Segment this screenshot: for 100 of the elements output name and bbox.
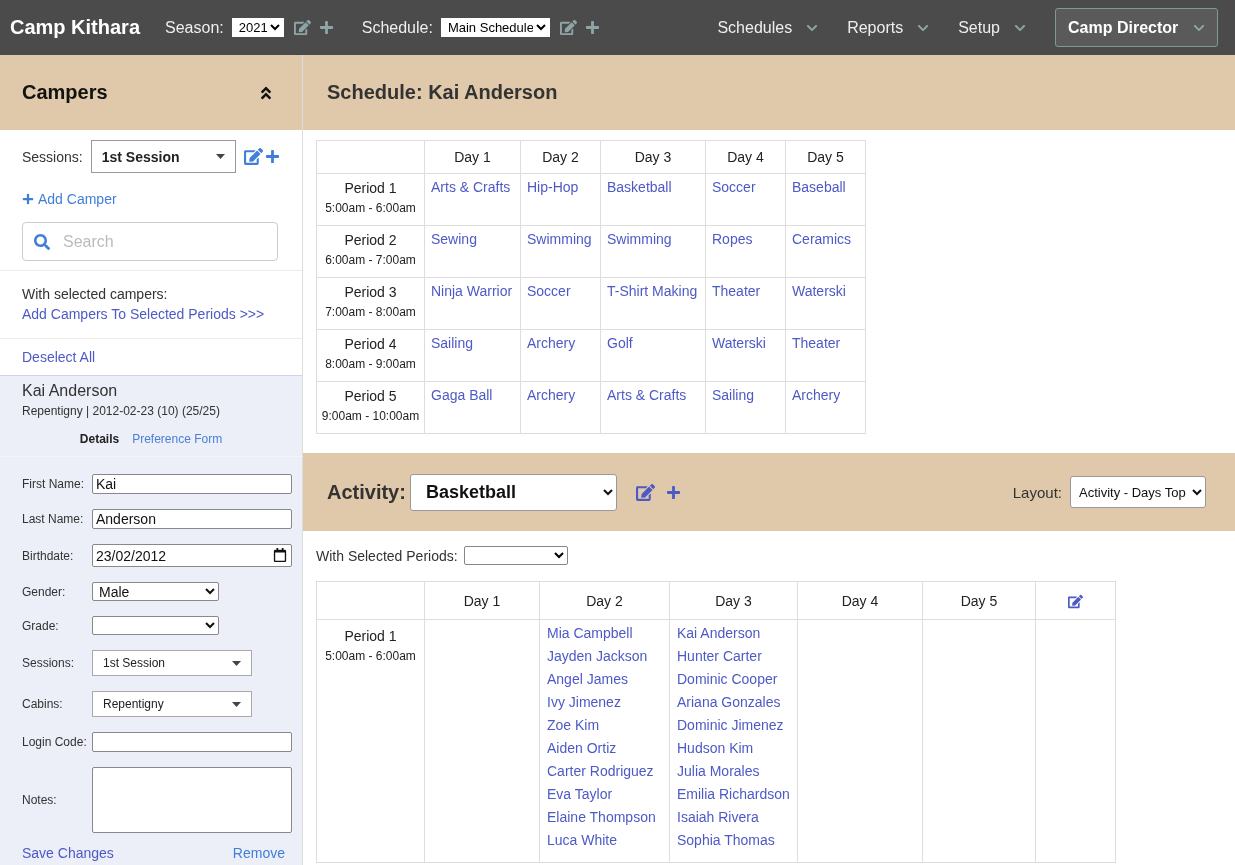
calendar-icon[interactable] (273, 548, 287, 562)
camper-link[interactable]: Julia Morales (677, 760, 790, 783)
activity-link[interactable]: Waterski (712, 335, 779, 351)
activity-link[interactable]: Archery (527, 387, 594, 403)
activity-select[interactable]: Basketball (409, 473, 617, 511)
activity-link[interactable]: Golf (607, 335, 699, 351)
activity-link[interactable]: Waterski (792, 283, 859, 299)
text-field[interactable]: Kai (92, 474, 292, 494)
activity-link[interactable]: Basketball (607, 179, 699, 195)
remove-link[interactable]: Remove (232, 845, 285, 861)
activity-link[interactable]: Theater (792, 335, 859, 351)
activity-link[interactable]: Swimming (527, 231, 594, 247)
user-menu-button[interactable]: Camp Director (1055, 8, 1218, 47)
activity-link[interactable]: T-Shirt Making (607, 283, 699, 299)
schedule-select[interactable]: Main Schedule (440, 18, 550, 37)
activity-link[interactable]: Arts & Crafts (431, 179, 514, 195)
edit-icon[interactable] (1068, 593, 1083, 609)
select-field[interactable]: Male (92, 582, 219, 601)
layout-label: Layout: (1012, 483, 1062, 501)
camper-link[interactable]: Luca White (547, 829, 662, 852)
sessions-dropdown[interactable]: 1st Session (90, 140, 236, 173)
camper-link[interactable]: Dominic Cooper (677, 668, 790, 691)
activity-link[interactable]: Soccer (527, 283, 594, 299)
plus-icon (22, 193, 34, 205)
activity-link[interactable]: Soccer (712, 179, 779, 195)
column-header: Day 3 (669, 581, 798, 620)
camper-link[interactable]: Ariana Gonzales (677, 691, 790, 714)
activity-link[interactable]: Hip-Hop (527, 179, 594, 195)
camper-link[interactable]: Angel James (547, 668, 662, 691)
save-changes-link[interactable]: Save Changes (22, 845, 114, 861)
camper-link[interactable]: Ivy Jimenez (547, 691, 662, 714)
edit-icon[interactable] (244, 147, 263, 166)
activity-link[interactable]: Archery (792, 387, 859, 403)
search-icon (34, 234, 50, 250)
plus-icon[interactable] (665, 484, 681, 500)
date-field[interactable]: 23/02/2012 (92, 544, 292, 567)
select-field[interactable] (92, 616, 219, 635)
camper-link[interactable]: Sophia Thomas (677, 829, 790, 852)
camper-link[interactable]: Mia Campbell (547, 622, 662, 645)
activity-link[interactable]: Sailing (431, 335, 514, 351)
field-label: Birthdate: (22, 548, 75, 563)
dropdown-field[interactable]: Repentigny (92, 691, 252, 717)
period-time: 9:00am - 10:00am (320, 409, 421, 423)
camper-link[interactable]: Isaiah Rivera (677, 806, 790, 829)
camper-link[interactable]: Elaine Thompson (547, 806, 662, 829)
camper-link[interactable]: Carter Rodriguez (547, 760, 662, 783)
tab[interactable]: Preference Form (132, 432, 223, 446)
tab[interactable]: Details (79, 432, 120, 446)
nav-menu[interactable]: Reports (847, 18, 930, 37)
plus-icon[interactable] (584, 20, 600, 35)
period-label: Period 1 (343, 628, 398, 644)
camper-link[interactable]: Dominic Jimenez (677, 714, 790, 737)
layout-select[interactable]: Activity - Days Top (1070, 476, 1206, 508)
camper-link[interactable]: Hudson Kim (677, 737, 790, 760)
period-time: 8:00am - 9:00am (324, 357, 417, 371)
text-field[interactable]: Anderson (92, 509, 292, 529)
plus-icon[interactable] (318, 20, 334, 35)
plus-icon[interactable] (265, 149, 280, 164)
period-time: 5:00am - 6:00am (324, 201, 417, 215)
activity-link[interactable]: Ninja Warrior (431, 283, 514, 299)
field-label: Notes: (22, 793, 58, 807)
column-header: Day 4 (797, 581, 923, 620)
camper-link[interactable]: Eva Taylor (547, 783, 662, 806)
bulk-label: With selected campers: (22, 286, 169, 302)
add-to-periods-link[interactable]: Add Campers To Selected Periods >>> (22, 306, 280, 322)
edit-icon[interactable] (635, 482, 655, 502)
season-select[interactable]: 2021 (231, 18, 284, 37)
field-label: Cabins: (22, 697, 64, 711)
dropdown-field[interactable]: 1st Session (92, 650, 252, 676)
activity-link[interactable]: Ropes (712, 231, 779, 247)
camper-link[interactable]: Emilia Richardson (677, 783, 790, 806)
nav-menu[interactable]: Schedules (717, 18, 819, 37)
field-label: Grade: (22, 618, 60, 633)
camper-link[interactable]: Kai Anderson (677, 622, 790, 645)
add-camper-link[interactable]: Add Camper (22, 191, 117, 207)
activity-link[interactable]: Archery (527, 335, 594, 351)
activity-link[interactable]: Sewing (431, 231, 514, 247)
camper-link[interactable]: Jayden Jackson (547, 645, 662, 668)
activity-link[interactable]: Theater (712, 283, 779, 299)
camper-link[interactable]: Aiden Ortiz (547, 737, 662, 760)
nav-menu[interactable]: Setup (958, 18, 1026, 37)
column-header: Day 3 (600, 140, 706, 174)
bulk-periods-select[interactable] (463, 546, 568, 565)
activity-link[interactable]: Baseball (792, 179, 859, 195)
camper-details: Repentigny | 2012-02-23 (10) (25/25) (22, 404, 221, 418)
activity-link[interactable]: Swimming (607, 231, 699, 247)
activity-link[interactable]: Gaga Ball (431, 387, 514, 403)
camper-link[interactable]: Hunter Carter (677, 645, 790, 668)
textarea-field[interactable] (92, 767, 292, 833)
period-time: 6:00am - 7:00am (324, 253, 417, 267)
edit-icon[interactable] (293, 19, 311, 36)
activity-link[interactable]: Ceramics (792, 231, 859, 247)
activity-link[interactable]: Arts & Crafts (607, 387, 699, 403)
activity-link[interactable]: Sailing (712, 387, 779, 403)
edit-icon[interactable] (559, 19, 577, 36)
camper-link[interactable]: Zoe Kim (547, 714, 662, 737)
text-field[interactable] (92, 732, 292, 752)
deselect-all-link[interactable]: Deselect All (22, 349, 280, 365)
search-field[interactable]: Search (22, 222, 278, 261)
collapse-icon[interactable] (258, 84, 274, 101)
